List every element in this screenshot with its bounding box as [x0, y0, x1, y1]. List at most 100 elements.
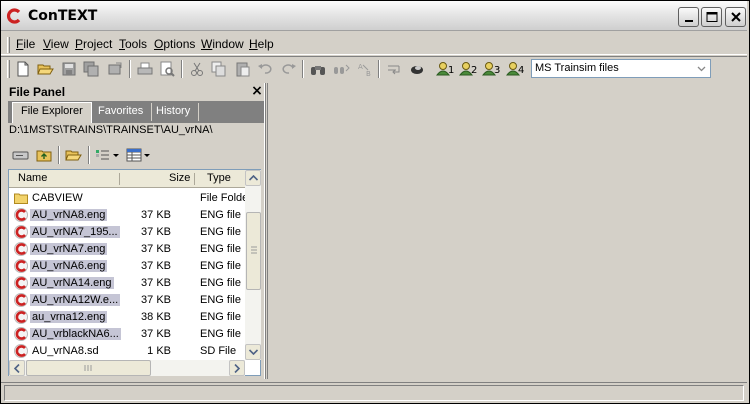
- open-folder-icon: [37, 64, 54, 75]
- menu-file[interactable]: File: [16, 37, 35, 51]
- paste-button[interactable]: [233, 60, 253, 78]
- save-icon: [62, 62, 76, 76]
- editor-area[interactable]: [267, 83, 747, 379]
- file-type: ENG file: [200, 328, 241, 340]
- maximize-button[interactable]: [701, 7, 722, 27]
- user-tool-1-button[interactable]: 1: [434, 60, 456, 78]
- up-folder-button[interactable]: [34, 146, 54, 164]
- panel-splitter[interactable]: [264, 83, 266, 379]
- context-logo-icon: [7, 8, 21, 24]
- file-type: ENG file: [200, 311, 241, 323]
- toolbar-grip[interactable]: [7, 60, 10, 78]
- file-row[interactable]: AU_vrNA8.sd 1 KB SD File: [9, 343, 245, 360]
- open-file-button[interactable]: [35, 60, 55, 78]
- tab-favorites[interactable]: Favorites: [90, 103, 153, 121]
- find-next-button[interactable]: [331, 60, 351, 78]
- menu-view[interactable]: View: [43, 37, 69, 51]
- file-row[interactable]: AU_vrNA6.eng 37 KB ENG file: [9, 258, 245, 275]
- user-tool-2-button[interactable]: 2: [457, 60, 479, 78]
- column-name[interactable]: Name: [18, 172, 47, 184]
- file-row[interactable]: CABVIEW File Folder: [9, 190, 245, 207]
- file-row[interactable]: AU_vrNA12W.e... 37 KB ENG file: [9, 292, 245, 309]
- scroll-left-button[interactable]: [9, 360, 25, 376]
- file-type: ENG file: [200, 209, 241, 221]
- file-list-header: Name Size Type: [9, 170, 245, 188]
- file-name: AU_vrNA14.eng: [30, 277, 114, 289]
- vertical-scroll-thumb[interactable]: [246, 212, 261, 290]
- menu-options[interactable]: Options: [154, 37, 195, 51]
- file-row[interactable]: AU_vrblackNA6... 37 KB ENG file: [9, 326, 245, 343]
- file-type: ENG file: [200, 260, 241, 272]
- drive-button[interactable]: [10, 146, 30, 164]
- copy-button[interactable]: [209, 60, 229, 78]
- column-divider[interactable]: [119, 173, 120, 185]
- print-preview-button[interactable]: [157, 60, 177, 78]
- file-row[interactable]: AU_vrNA7_195... 37 KB ENG file: [9, 224, 245, 241]
- user-tool-4-button[interactable]: 4: [504, 60, 526, 78]
- file-row[interactable]: AU_vrNA7.eng 37 KB ENG file: [9, 241, 245, 258]
- horizontal-scroll-thumb[interactable]: [26, 360, 151, 376]
- filetype-value: MS Trainsim files: [535, 62, 619, 74]
- filter-dropdown[interactable]: [93, 146, 121, 164]
- file-list[interactable]: Name Size Type CABVIEW File Folder AU_vrNA…: [8, 169, 261, 376]
- file-panel-title: File Panel: [9, 85, 66, 99]
- file-type: File Folder: [200, 192, 245, 204]
- filetype-dropdown[interactable]: MS Trainsim files: [531, 59, 711, 78]
- minimize-button[interactable]: [678, 7, 699, 27]
- replace-button[interactable]: AB: [355, 60, 375, 78]
- filter-list-icon: [96, 150, 119, 160]
- menu-window[interactable]: Window: [201, 37, 244, 51]
- save-all-button[interactable]: [81, 60, 101, 78]
- file-name: AU_vrNA8.eng: [30, 209, 108, 221]
- scroll-down-button[interactable]: [245, 344, 261, 360]
- file-panel-tabs: File Explorer Favorites History: [8, 101, 264, 123]
- view-mode-dropdown[interactable]: [124, 146, 152, 164]
- scroll-right-button[interactable]: [229, 360, 245, 376]
- title-bar[interactable]: ConTEXT: [1, 1, 747, 31]
- menu-accelerator: P: [75, 37, 84, 51]
- toggle-wordwrap-button[interactable]: [384, 60, 404, 78]
- column-divider[interactable]: [194, 173, 195, 185]
- print-button[interactable]: [135, 60, 155, 78]
- file-panel-close-icon[interactable]: ×: [250, 83, 264, 99]
- file-type: ENG file: [200, 243, 241, 255]
- grip-icon: [251, 246, 257, 254]
- minimize-icon: [685, 20, 693, 22]
- find-button[interactable]: [308, 60, 328, 78]
- new-file-button[interactable]: [13, 60, 33, 78]
- maximize-icon: [706, 12, 718, 22]
- file-row[interactable]: AU_vrNA14.eng 37 KB ENG file: [9, 275, 245, 292]
- toolbar-separator: [302, 60, 304, 78]
- user-tool-3-button[interactable]: 3: [480, 60, 502, 78]
- svg-text:A: A: [358, 63, 363, 71]
- cut-button[interactable]: [187, 60, 207, 78]
- menu-project[interactable]: Project: [75, 37, 112, 51]
- close-file-button[interactable]: [105, 60, 125, 78]
- tab-history[interactable]: History: [148, 103, 200, 121]
- menu-grip[interactable]: [7, 37, 10, 53]
- context-file-icon: [14, 310, 28, 324]
- column-type[interactable]: Type: [207, 172, 231, 184]
- tab-file-explorer[interactable]: File Explorer: [12, 102, 92, 123]
- close-button[interactable]: [725, 7, 746, 27]
- file-size: 1 KB: [147, 345, 171, 357]
- menu-help[interactable]: Help: [249, 37, 274, 51]
- wordwrap-icon: [388, 65, 400, 75]
- file-size: 37 KB: [141, 226, 171, 238]
- undo-button[interactable]: [255, 60, 275, 78]
- redo-button[interactable]: [279, 60, 299, 78]
- file-row[interactable]: AU_vrNA8.eng 37 KB ENG file: [9, 207, 245, 224]
- copy-icon: [211, 61, 226, 77]
- scroll-up-button[interactable]: [245, 170, 261, 186]
- save-button[interactable]: [59, 60, 79, 78]
- file-row[interactable]: au_vrna12.eng 38 KB ENG file: [9, 309, 245, 326]
- folder-icon: [14, 193, 28, 204]
- grip-icon: [84, 365, 92, 371]
- chevron-down-icon[interactable]: [694, 61, 709, 76]
- context-file-icon: [14, 242, 28, 256]
- highlighter-button[interactable]: [407, 60, 427, 78]
- menu-accelerator: H: [249, 37, 258, 51]
- menu-tools[interactable]: Tools: [119, 37, 147, 51]
- column-size[interactable]: Size: [169, 172, 190, 184]
- open-folder-button[interactable]: [63, 146, 83, 164]
